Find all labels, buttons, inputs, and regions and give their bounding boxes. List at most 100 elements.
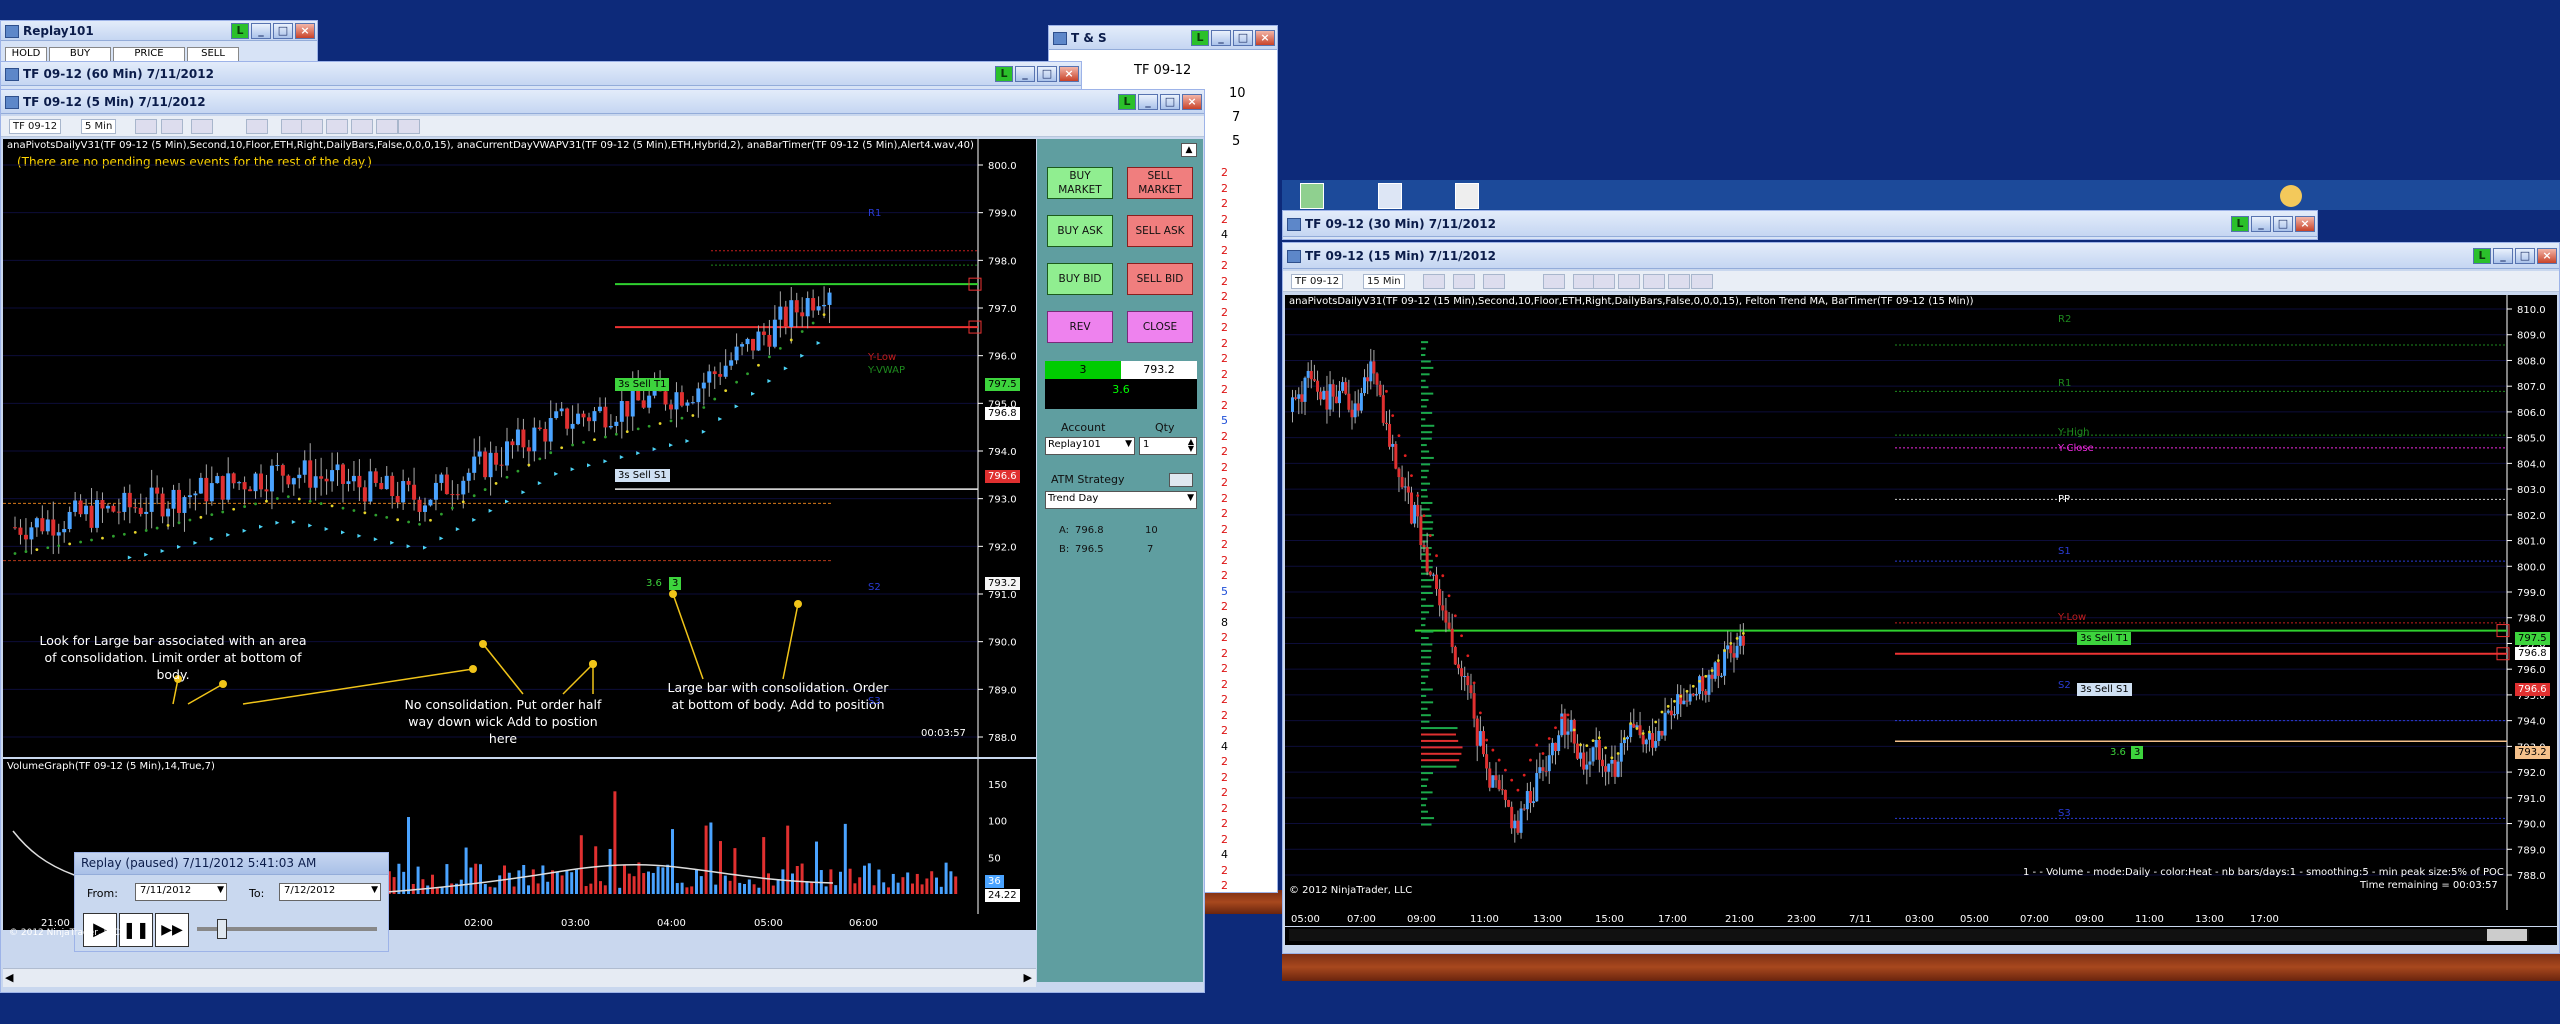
strategies-icon[interactable] — [326, 119, 348, 134]
instrument-selector[interactable]: TF 09-12 — [1291, 274, 1344, 289]
panel-collapse-button[interactable]: ▲ — [1181, 143, 1197, 157]
order-tag-sell-t1[interactable]: 3s Sell T1 — [2077, 632, 2132, 645]
grid-icon[interactable] — [376, 119, 398, 134]
horizontal-scrollbar[interactable] — [1285, 927, 2557, 945]
price-plot-15min[interactable]: 810.0 809.0 808.0 807.0 806.0 805.0 804.0 803.0… — [1285, 295, 2557, 910]
sell-bid-button[interactable]: SELL BID — [1127, 263, 1193, 295]
maximize-button[interactable]: □ — [1160, 94, 1180, 110]
atm-strategy-select[interactable]: Trend Day ▼ — [1045, 491, 1197, 509]
pencil-icon[interactable] — [1453, 274, 1475, 289]
bar-type-icon[interactable] — [135, 119, 157, 134]
maximize-button[interactable]: □ — [1233, 30, 1253, 46]
close-button[interactable]: × — [295, 23, 315, 39]
replay-panel[interactable]: Replay (paused) 7/11/2012 5:41:03 AM Fro… — [74, 852, 389, 952]
order-tag-sell-s1[interactable]: 3s Sell S1 — [2077, 683, 2132, 696]
close-position-button[interactable]: CLOSE — [1127, 311, 1193, 343]
strategies-icon[interactable] — [1618, 274, 1640, 289]
replay-panel-titlebar[interactable]: Replay (paused) 7/11/2012 5:41:03 AM — [75, 853, 388, 875]
to-date-picker[interactable]: 7/12/2012 ▼ — [279, 883, 381, 901]
atm-config-button[interactable] — [1169, 473, 1193, 487]
order-tag-sell-t1[interactable]: 3s Sell T1 — [615, 378, 670, 391]
link-button[interactable]: L — [1118, 94, 1136, 110]
replay101-window[interactable]: Replay101 L _ □ × HOLD BUY PRICE SELL — [0, 20, 318, 65]
chevron-down-icon[interactable]: ▼ — [217, 885, 224, 895]
maximize-button[interactable]: □ — [2273, 216, 2293, 232]
tf60-window[interactable]: TF 09-12 (60 Min) 7/11/2012 L _ □ × — [0, 61, 1082, 91]
minimize-button[interactable]: _ — [1015, 66, 1035, 82]
data-box-icon[interactable] — [1691, 274, 1713, 289]
buy-market-button[interactable]: BUY MARKET — [1047, 167, 1113, 199]
tf60-titlebar[interactable]: TF 09-12 (60 Min) 7/11/2012 L _ □ × — [1, 62, 1081, 86]
desktop-icon[interactable] — [1455, 183, 1479, 209]
reverse-button[interactable]: REV — [1047, 311, 1113, 343]
price-chart-15min[interactable]: anaPivotsDailyV31(TF 09-12 (15 Min),Seco… — [1285, 295, 2557, 910]
link-button[interactable]: L — [231, 23, 249, 39]
link-button[interactable]: L — [2231, 216, 2249, 232]
minimize-button[interactable]: _ — [1138, 94, 1158, 110]
bar-type-icon[interactable] — [1423, 274, 1445, 289]
tf30-titlebar[interactable]: TF 09-12 (30 Min) 7/11/2012 L _ □ × — [1283, 211, 2317, 237]
speed-slider-thumb[interactable] — [217, 919, 227, 939]
chevron-down-icon[interactable]: ▼ — [1187, 493, 1194, 503]
close-button[interactable]: × — [1182, 94, 1202, 110]
properties-icon[interactable] — [1573, 274, 1595, 289]
interval-selector[interactable]: 15 Min — [1363, 274, 1405, 289]
maximize-button[interactable]: □ — [273, 23, 293, 39]
pause-button[interactable]: ❚❚ — [119, 913, 153, 947]
price-chart-5min[interactable]: anaPivotsDailyV31(TF 09-12 (5 Min),Secon… — [3, 139, 1036, 757]
replay101-titlebar[interactable]: Replay101 L _ □ × — [1, 21, 317, 41]
horizontal-scrollbar[interactable]: ◀ ▶ — [3, 968, 1036, 987]
minimize-button[interactable]: _ — [2251, 216, 2271, 232]
close-button[interactable]: × — [1255, 30, 1275, 46]
stepper-arrows-icon[interactable]: ▲ ▼ — [1188, 438, 1194, 453]
chart-trader-icon[interactable] — [351, 119, 373, 134]
chart-trader-icon[interactable] — [1643, 274, 1665, 289]
minimize-button[interactable]: _ — [2493, 248, 2513, 264]
pencil-icon[interactable] — [161, 119, 183, 134]
sun-icon[interactable] — [2280, 185, 2302, 207]
minimize-button[interactable]: _ — [251, 23, 271, 39]
speed-slider[interactable] — [197, 919, 377, 939]
crosshair-icon[interactable] — [191, 119, 213, 134]
chevron-down-icon[interactable]: ▼ — [371, 885, 378, 895]
position-qty-tag[interactable]: 3 — [2131, 746, 2144, 759]
order-tag-sell-s1[interactable]: 3s Sell S1 — [615, 469, 670, 482]
buy-bid-button[interactable]: BUY BID — [1047, 263, 1113, 295]
buy-ask-button[interactable]: BUY ASK — [1047, 215, 1113, 247]
chevron-down-icon[interactable]: ▼ — [1125, 439, 1132, 449]
sell-ask-button[interactable]: SELL ASK — [1127, 215, 1193, 247]
account-select[interactable]: Replay101 ▼ — [1045, 437, 1135, 455]
indicators-icon[interactable] — [1593, 274, 1615, 289]
properties-icon[interactable] — [281, 119, 303, 134]
scroll-track[interactable] — [1289, 929, 2529, 941]
grid-icon[interactable] — [1668, 274, 1690, 289]
fast-forward-button[interactable]: ▶▶ — [155, 913, 189, 947]
scroll-thumb[interactable] — [2487, 929, 2527, 941]
zoom-icon[interactable] — [246, 119, 268, 134]
link-button[interactable]: L — [2473, 248, 2491, 264]
tf30-window[interactable]: TF 09-12 (30 Min) 7/11/2012 L _ □ × — [1282, 210, 2318, 240]
tf15-titlebar[interactable]: TF 09-12 (15 Min) 7/11/2012 L _ □ × — [1283, 243, 2559, 269]
maximize-button[interactable]: □ — [2515, 248, 2535, 264]
close-button[interactable]: × — [1059, 66, 1079, 82]
scroll-left-arrow[interactable]: ◀ — [5, 971, 13, 984]
interval-selector[interactable]: 5 Min — [81, 119, 117, 134]
link-button[interactable]: L — [1191, 30, 1209, 46]
from-date-picker[interactable]: 7/11/2012 ▼ — [135, 883, 227, 901]
minimize-button[interactable]: _ — [1211, 30, 1231, 46]
desktop-icon[interactable] — [1300, 183, 1324, 209]
tf5-titlebar[interactable]: TF 09-12 (5 Min) 7/11/2012 L _ □ × — [1, 90, 1204, 114]
close-button[interactable]: × — [2537, 248, 2557, 264]
indicators-icon[interactable] — [301, 119, 323, 134]
zoom-icon[interactable] — [1543, 274, 1565, 289]
tns-titlebar[interactable]: T & S L _ □ × — [1049, 26, 1277, 50]
qty-stepper[interactable]: 1 ▲ ▼ — [1139, 437, 1197, 455]
maximize-button[interactable]: □ — [1037, 66, 1057, 82]
position-qty-tag[interactable]: 3 — [669, 577, 682, 590]
instrument-selector[interactable]: TF 09-12 — [9, 119, 62, 134]
close-button[interactable]: × — [2295, 216, 2315, 232]
desktop-icon[interactable] — [1378, 183, 1402, 209]
tf15-window[interactable]: TF 09-12 (15 Min) 7/11/2012 L _ □ × TF 0… — [1282, 242, 2560, 954]
crosshair-icon[interactable] — [1483, 274, 1505, 289]
link-button[interactable]: L — [995, 66, 1013, 82]
